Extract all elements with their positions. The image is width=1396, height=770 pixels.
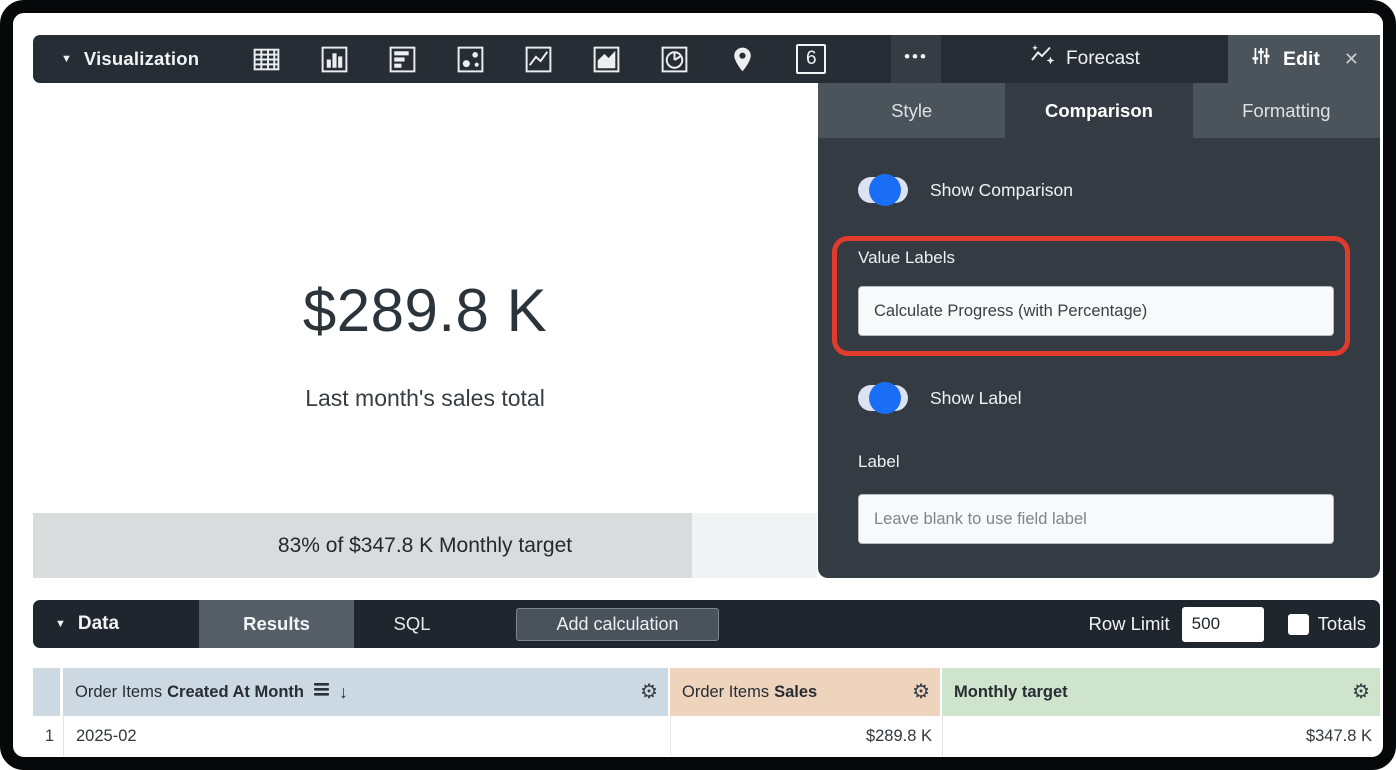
area-chart-icon[interactable] [591,44,622,75]
toggle-knob [869,174,901,206]
label-field-label: Label [858,452,900,472]
totals-checkbox[interactable] [1288,614,1309,635]
row-number-header [33,668,60,716]
more-options-button[interactable]: ••• [891,35,941,83]
column-header-sales[interactable]: Order Items Sales ⚙ [670,668,940,716]
panel-tabs: Style Comparison Formatting [818,83,1380,138]
cell-sales: $289.8 K [670,716,940,756]
sort-desc-icon: ↓ [339,682,348,703]
show-label-toggle[interactable] [858,385,908,411]
toggle-knob [869,382,901,414]
tab-sql[interactable]: SQL [354,600,470,648]
edit-button[interactable]: Edit ✕ [1228,35,1380,83]
viz-type-picker [251,44,758,75]
visualization-title: Visualization [84,48,199,70]
progress-text: 83% of $347.8 K Monthly target [33,513,817,578]
tune-icon [1249,44,1273,74]
data-section-bar: ▼ Data Results SQL Add calculation Row L… [33,600,1380,648]
map-pin-icon[interactable] [727,44,758,75]
gear-icon[interactable]: ⚙ [640,682,658,702]
forecast-button[interactable]: Forecast [941,35,1228,83]
label-input[interactable] [858,494,1334,544]
forecast-icon [1029,43,1055,75]
row-limit-label: Row Limit [1088,613,1169,635]
line-chart-icon[interactable] [523,44,554,75]
show-label-row: Show Label [858,382,1021,414]
viz-type-badge[interactable]: 6 [796,44,826,74]
show-label-label: Show Label [930,388,1021,409]
column-header-created-at-month[interactable]: Order Items Created At Month ↓ ⚙ [63,668,668,716]
scatter-icon[interactable] [455,44,486,75]
tab-results[interactable]: Results [199,600,354,648]
tab-formatting[interactable]: Formatting [1193,83,1380,138]
add-calculation-button[interactable]: Add calculation [516,608,719,641]
cell-monthly-target: $347.8 K [942,716,1380,756]
single-value-display: $289.8 K [33,276,817,345]
totals-label: Totals [1318,613,1366,635]
collapse-caret-icon[interactable]: ▼ [55,618,66,630]
row-number-cell: 1 [33,716,60,756]
forecast-label: Forecast [1066,48,1140,70]
gear-icon[interactable]: ⚙ [1352,682,1370,702]
show-comparison-row: Show Comparison [858,174,1073,206]
visualization-toolbar: ▼ Visualization 6 [33,35,891,83]
more-options-icon: ••• [904,48,928,71]
close-icon[interactable]: ✕ [1344,49,1359,70]
show-comparison-label: Show Comparison [930,180,1073,201]
sort-list-icon [313,682,332,702]
collapse-caret-icon[interactable]: ▼ [61,53,72,65]
tab-style[interactable]: Style [818,83,1005,138]
bar-chart-icon[interactable] [387,44,418,75]
tab-comparison[interactable]: Comparison [1005,83,1192,138]
row-limit-input[interactable] [1182,607,1264,642]
annotation-highlight-box [832,236,1350,356]
column-chart-icon[interactable] [319,44,350,75]
show-comparison-toggle[interactable] [858,177,908,203]
pie-chart-icon[interactable] [659,44,690,75]
cell-created-at-month: 2025-02 [63,716,668,756]
comparison-progress-bar: 83% of $347.8 K Monthly target [33,513,817,578]
single-value-subtitle: Last month's sales total [33,385,817,412]
comparison-settings-panel: Show Comparison Value Labels Calculate P… [818,138,1380,578]
looker-explore-window: ▼ Visualization 6 ••• Forecast Edit ✕ St… [0,0,1396,770]
table-icon[interactable] [251,44,282,75]
edit-label: Edit [1283,48,1320,71]
gear-icon[interactable]: ⚙ [912,682,930,702]
data-bar-controls: Row Limit Totals [1088,600,1366,648]
data-section-title: ▼ Data [55,600,119,648]
column-header-monthly-target[interactable]: Monthly target ⚙ [942,668,1380,716]
